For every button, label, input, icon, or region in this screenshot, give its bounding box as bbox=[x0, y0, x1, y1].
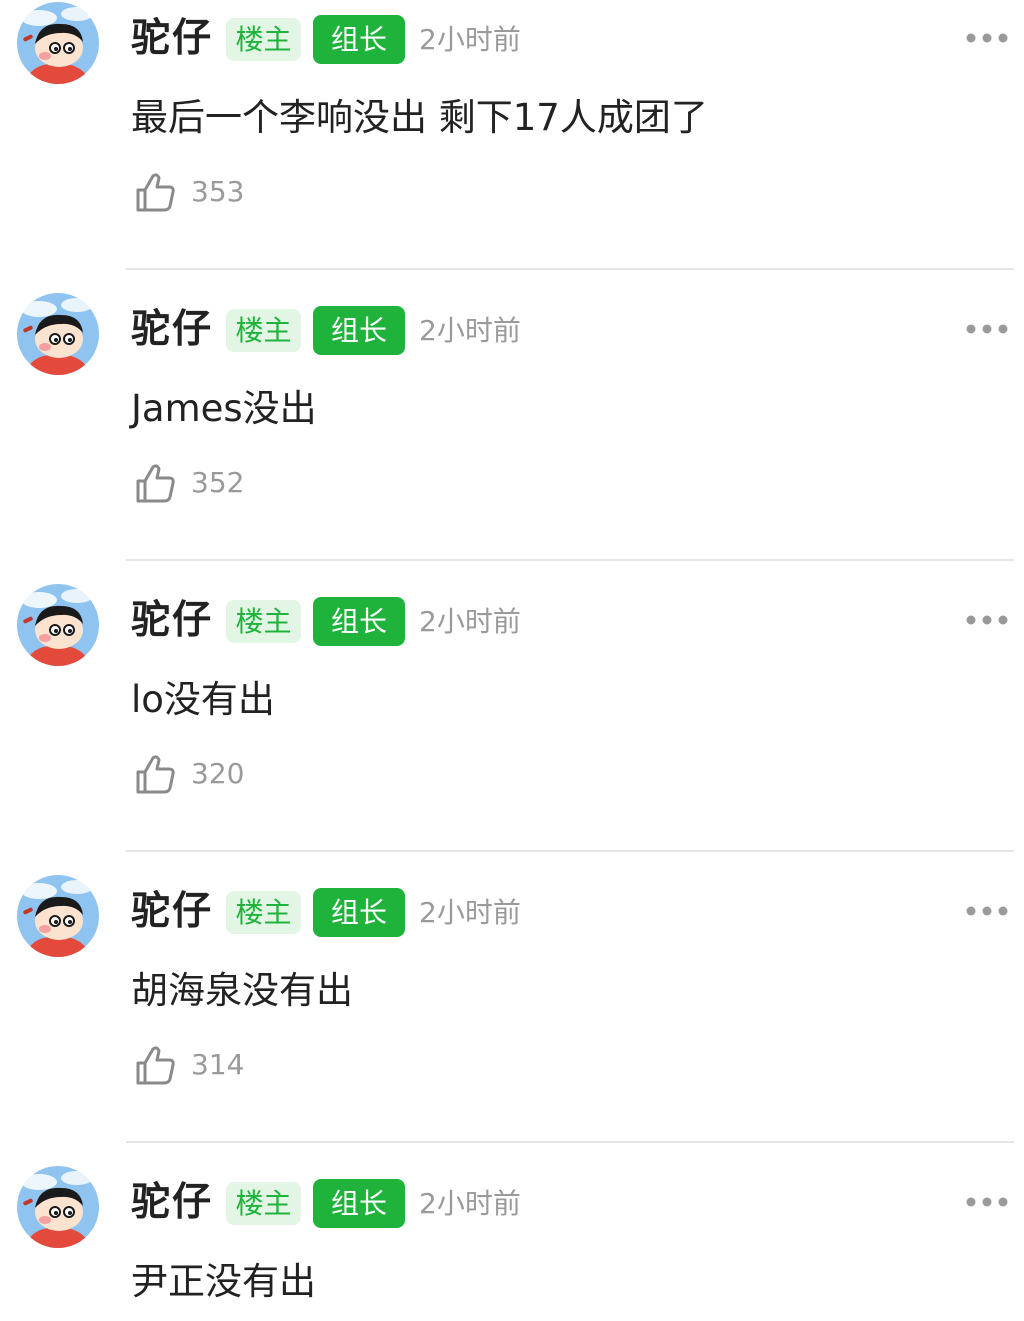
leader-badge: 组长 bbox=[313, 306, 405, 355]
user-name[interactable]: 驼仔 bbox=[131, 1177, 213, 1229]
leader-badge: 组长 bbox=[313, 1179, 405, 1228]
comment-item: 驼仔 楼主 组长 2小时前 lo没有出 320 bbox=[0, 582, 1024, 873]
like-button[interactable]: 314 bbox=[133, 1041, 244, 1089]
comment-text: James没出 bbox=[131, 387, 317, 430]
comment-text: 尹正没有出 bbox=[131, 1260, 316, 1303]
user-avatar[interactable] bbox=[17, 1166, 99, 1248]
owner-badge: 楼主 bbox=[226, 891, 301, 934]
divider bbox=[126, 1141, 1014, 1143]
owner-badge: 楼主 bbox=[226, 18, 301, 61]
like-button[interactable]: 352 bbox=[133, 459, 244, 507]
like-count: 320 bbox=[191, 757, 245, 790]
comment-text: 最后一个李响没出 剩下17人成团了 bbox=[131, 96, 708, 139]
owner-badge: 楼主 bbox=[226, 1182, 301, 1225]
leader-badge: 组长 bbox=[313, 15, 405, 64]
more-dots-icon bbox=[966, 33, 1008, 43]
more-button[interactable] bbox=[964, 608, 1010, 632]
user-avatar[interactable] bbox=[17, 584, 99, 666]
thumbs-up-icon bbox=[136, 1046, 175, 1085]
user-name[interactable]: 驼仔 bbox=[131, 304, 213, 356]
leader-badge: 组长 bbox=[313, 888, 405, 937]
divider bbox=[126, 850, 1014, 852]
comment-item: 驼仔 楼主 组长 2小时前 James没出 352 bbox=[0, 291, 1024, 582]
owner-badge: 楼主 bbox=[226, 600, 301, 643]
divider bbox=[126, 559, 1014, 561]
more-dots-icon bbox=[966, 324, 1008, 334]
like-button[interactable]: 353 bbox=[133, 168, 244, 216]
cartoon-avatar-icon bbox=[17, 1166, 99, 1248]
more-button[interactable] bbox=[964, 26, 1010, 50]
user-name[interactable]: 驼仔 bbox=[131, 886, 213, 938]
owner-badge: 楼主 bbox=[226, 309, 301, 352]
cartoon-avatar-icon bbox=[17, 2, 99, 84]
thumbs-up-icon bbox=[136, 755, 175, 794]
more-button[interactable] bbox=[964, 317, 1010, 341]
thumbs-up-icon bbox=[136, 173, 175, 212]
thumbs-up-icon bbox=[136, 464, 175, 503]
more-dots-icon bbox=[966, 906, 1008, 916]
like-count: 314 bbox=[191, 1048, 245, 1081]
cartoon-avatar-icon bbox=[17, 875, 99, 957]
user-avatar[interactable] bbox=[17, 293, 99, 375]
cartoon-avatar-icon bbox=[17, 293, 99, 375]
comment-item: 驼仔 楼主 组长 2小时前 尹正没有出 bbox=[0, 1164, 1024, 1321]
more-dots-icon bbox=[966, 1197, 1008, 1207]
comment-item: 驼仔 楼主 组长 2小时前 胡海泉没有出 314 bbox=[0, 873, 1024, 1164]
comment-text: lo没有出 bbox=[131, 678, 275, 721]
comment-item: 驼仔 楼主 组长 2小时前 最后一个李响没出 剩下17人成团了 353 bbox=[0, 0, 1024, 291]
more-button[interactable] bbox=[964, 899, 1010, 923]
like-count: 352 bbox=[191, 466, 245, 499]
comment-time: 2小时前 bbox=[419, 23, 521, 56]
user-avatar[interactable] bbox=[17, 2, 99, 84]
like-button[interactable]: 320 bbox=[133, 750, 244, 798]
divider bbox=[126, 268, 1014, 270]
comment-time: 2小时前 bbox=[419, 896, 521, 929]
comment-time: 2小时前 bbox=[419, 605, 521, 638]
user-name[interactable]: 驼仔 bbox=[131, 13, 213, 65]
like-count: 353 bbox=[191, 175, 245, 208]
cartoon-avatar-icon bbox=[17, 584, 99, 666]
leader-badge: 组长 bbox=[313, 597, 405, 646]
comment-time: 2小时前 bbox=[419, 1187, 521, 1220]
comment-text: 胡海泉没有出 bbox=[131, 969, 353, 1012]
user-name[interactable]: 驼仔 bbox=[131, 595, 213, 647]
more-button[interactable] bbox=[964, 1190, 1010, 1214]
comment-time: 2小时前 bbox=[419, 314, 521, 347]
more-dots-icon bbox=[966, 615, 1008, 625]
user-avatar[interactable] bbox=[17, 875, 99, 957]
